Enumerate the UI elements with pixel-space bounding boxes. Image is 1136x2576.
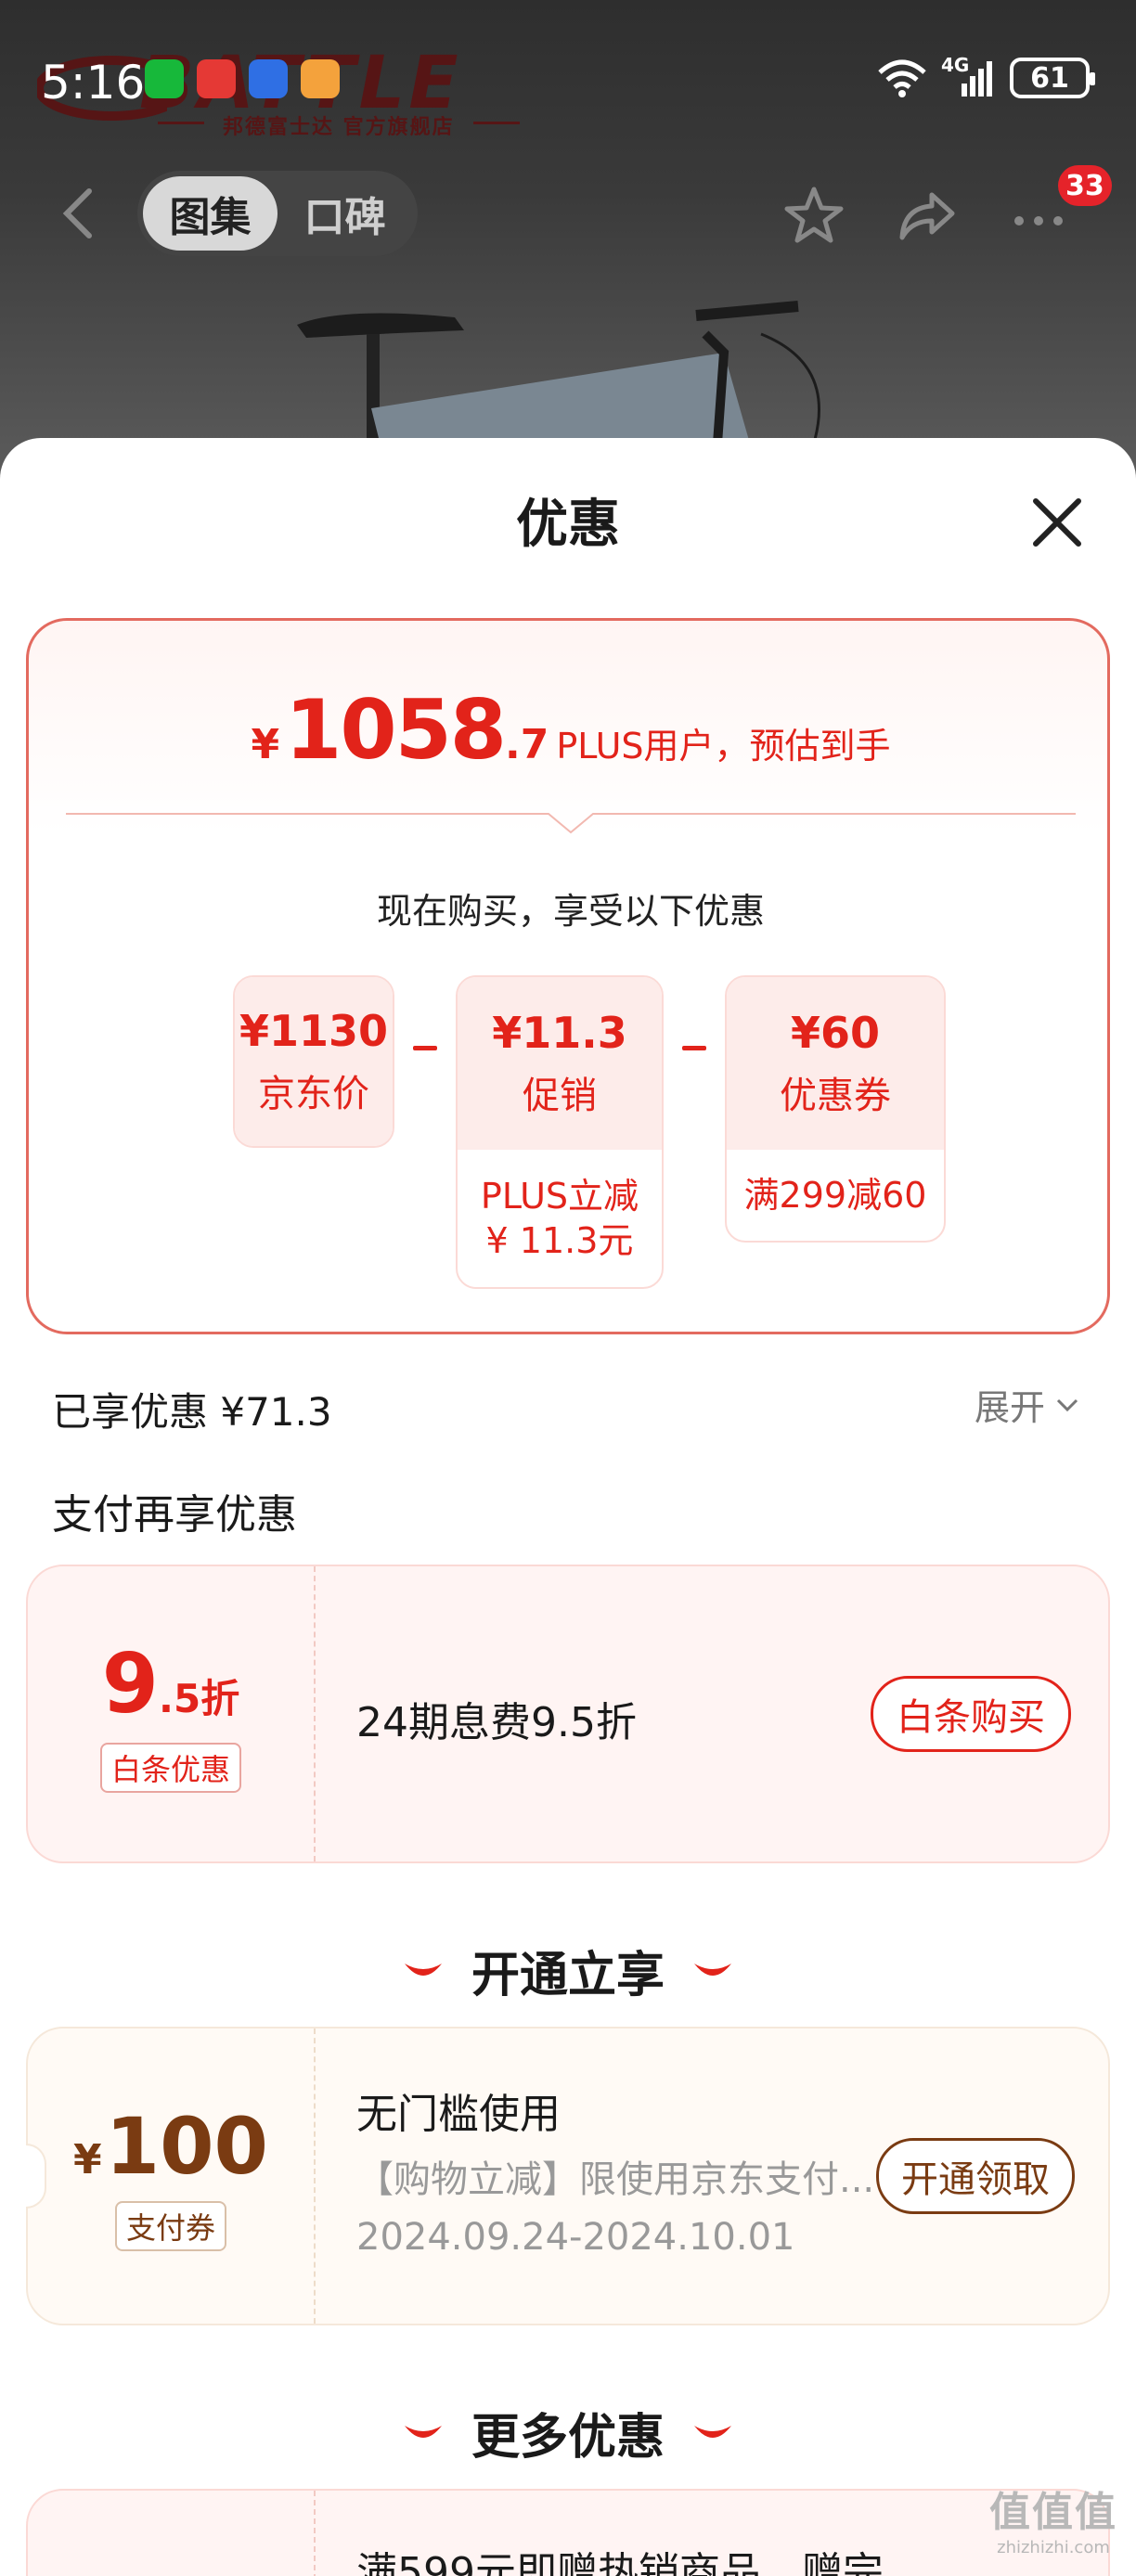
product-navbar: 图集 口碑 33: [0, 165, 1136, 260]
discount-subtitle: 现在购买，享受以下优惠: [376, 891, 765, 932]
wifi-icon: [878, 59, 926, 97]
swoosh-left-icon: [404, 1963, 442, 1976]
payment-coupon-value: 100: [105, 2101, 268, 2192]
jd-price-chip: ¥1130 京东价: [233, 975, 394, 1148]
swoosh-right-icon: [694, 2425, 731, 2438]
minus-sign: [413, 1046, 437, 1050]
payment-coupon-currency: ¥: [73, 2136, 102, 2183]
product-header-background: BATTLE 邦德富士达 官方旗舰店 5:16 4: [0, 0, 1136, 483]
price-currency: ¥: [251, 721, 280, 768]
sheet-title: 优惠: [516, 495, 620, 555]
chevron-down-icon: [1056, 1398, 1078, 1411]
payment-coupon-tag: 支付券: [114, 2201, 226, 2251]
close-icon[interactable]: [1025, 490, 1090, 555]
system-icons: 4G 61: [876, 54, 1095, 98]
swoosh-left-icon: [404, 2425, 442, 2438]
payment-coupon-amount: ¥ 100: [73, 2101, 268, 2192]
section-open-header: 开通立享: [0, 1936, 1136, 2005]
watermark-url: zhizhizhi.com: [997, 2538, 1110, 2557]
coupon-label: 优惠券: [780, 1075, 891, 1117]
battery-indicator: 61: [1010, 58, 1095, 98]
payment-coupon-description: 【购物立减】限使用京东支付...: [356, 2158, 875, 2201]
promotion-chip: ¥11.3 促销 PLUS立减 ¥ 11.3元: [456, 975, 664, 1289]
estimated-price: ¥ 1058 .7 PLUS用户，预估到手: [29, 682, 1113, 778]
swoosh-right-icon: [694, 1963, 731, 1976]
shopping-app-icon: [301, 59, 340, 98]
status-bar: 5:16 4G 61: [0, 0, 1136, 167]
tab-gallery[interactable]: 图集: [143, 176, 278, 251]
baitiao-buy-button[interactable]: 白条购买: [871, 1676, 1071, 1752]
enjoyed-discount-total: 已享优惠 ¥71.3: [52, 1389, 332, 1435]
baitiao-tag: 白条优惠: [99, 1742, 241, 1793]
favorite-star-icon[interactable]: [781, 184, 846, 249]
promotion-label: 促销: [523, 1075, 597, 1117]
watermark-logo: 值值值: [989, 2489, 1117, 2536]
pay-more-heading: 支付再享优惠: [52, 1491, 297, 1539]
promotion-value: ¥11.3: [492, 1008, 627, 1058]
baitiao-discount-big: 9: [101, 1635, 160, 1732]
coupon-value: ¥60: [790, 1008, 881, 1058]
notification-badge: 33: [1058, 165, 1112, 206]
tab-reviews[interactable]: 口碑: [278, 176, 412, 251]
share-icon[interactable]: [895, 184, 960, 249]
discount-sheet: 优惠 ¥ 1058 .7 PLUS用户，预估到手 现在购买，享受以下优惠 ¥11…: [0, 438, 1136, 2576]
app-notification-icon: [197, 59, 236, 98]
coupon-footer: 满299减60: [743, 1175, 927, 1216]
wechat-icon: [145, 59, 184, 98]
minus-sign: [682, 1046, 706, 1050]
section-open-title: 开通立享: [471, 1948, 665, 2003]
baitiao-discount: 9 .5折: [102, 1636, 239, 1732]
cellular-signal-icon: 4G: [941, 54, 997, 98]
more-offer-title: 满599元即赠热销商品，赠完: [356, 2549, 884, 2576]
price-summary-card: ¥ 1058 .7 PLUS用户，预估到手 现在购买，享受以下优惠 ¥1130 …: [26, 618, 1110, 1334]
price-label: PLUS用户，预估到手: [556, 726, 891, 766]
baitiao-discount-small: .5折: [159, 1675, 240, 1721]
gallery-review-tabs: 图集 口碑: [137, 171, 418, 256]
baitiao-description: 24期息费9.5折: [356, 1699, 637, 1746]
coupon-chip: ¥60 优惠券 满299减60: [725, 975, 946, 1243]
section-more-title: 更多优惠: [471, 2410, 665, 2466]
payment-coupon-date: 2024.09.24-2024.10.01: [356, 2216, 795, 2259]
price-integer: 1058: [285, 682, 507, 778]
more-offer-card: 满599元即赠热销商品，赠完: [26, 2489, 1110, 2576]
back-arrow-icon[interactable]: [56, 186, 102, 241]
payment-coupon-title: 无门槛使用: [356, 2091, 561, 2138]
message-app-icon: [249, 59, 288, 98]
notification-icons: [145, 59, 340, 98]
price-decimal: .7: [505, 721, 549, 768]
jd-price-label: 京东价: [258, 1073, 369, 1115]
section-more-header: 更多优惠: [0, 2398, 1136, 2467]
activate-claim-button[interactable]: 开通领取: [876, 2138, 1075, 2214]
promotion-footer: PLUS立减 ¥ 11.3元: [480, 1176, 639, 1261]
app-root: BATTLE 邦德富士达 官方旗舰店 5:16 4: [0, 0, 1136, 2576]
status-time: 5:16: [41, 56, 146, 109]
summary-divider: [66, 813, 1076, 834]
baitiao-offer-card: 9 .5折 白条优惠 24期息费9.5折 白条购买: [26, 1565, 1110, 1863]
payment-coupon-card: ¥ 100 支付券 无门槛使用 【购物立减】限使用京东支付... 2024.09…: [26, 2027, 1110, 2325]
expand-label: 展开: [975, 1387, 1046, 1428]
site-watermark: 值值值 zhizhizhi.com: [989, 2479, 1117, 2557]
jd-price-value: ¥1130: [239, 1006, 389, 1056]
expand-button[interactable]: 展开: [975, 1379, 1080, 1430]
